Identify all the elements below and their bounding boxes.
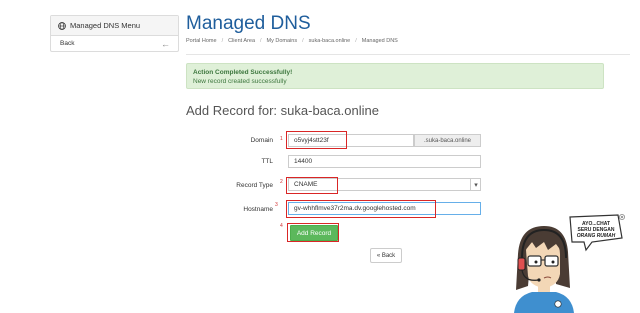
add-record-highlight <box>287 223 339 242</box>
record-type-highlight <box>286 177 338 194</box>
domain-suffix: .suka-baca.online <box>414 134 481 147</box>
sidebar-header: Managed DNS Menu <box>51 16 178 36</box>
breadcrumb: Portal Home / Client Area / My Domains /… <box>186 38 630 55</box>
back-button[interactable]: « Back <box>370 248 402 263</box>
form-heading: Add Record for: suka-baca.online <box>186 103 379 118</box>
sidebar-item-label: Back <box>60 40 75 47</box>
sidebar: Managed DNS Menu Back ← <box>50 15 179 52</box>
breadcrumb-separator: / <box>221 38 224 44</box>
record-type-label: Record Type <box>236 182 273 189</box>
sidebar-header-label: Managed DNS Menu <box>70 21 141 30</box>
sidebar-item-back[interactable]: Back ← <box>51 36 178 51</box>
breadcrumb-domain[interactable]: suka-baca.online <box>309 38 351 44</box>
mascot-illustration: AYO...CHAT SERU DENGAN ORANG RUMAH <box>514 214 625 313</box>
breadcrumb-separator: / <box>260 38 262 44</box>
breadcrumb-client-area[interactable]: Client Area <box>228 38 255 44</box>
breadcrumb-current: Managed DNS <box>361 38 398 44</box>
speech-line-3: ORANG RUMAH <box>577 233 616 239</box>
chevron-down-icon[interactable]: ▾ <box>470 179 481 190</box>
breadcrumb-separator: / <box>302 38 304 44</box>
domain-label: Domain <box>250 137 273 144</box>
hostname-label: Hostname <box>243 206 273 213</box>
breadcrumb-portal-home[interactable]: Portal Home <box>186 38 217 44</box>
hostname-highlight <box>286 200 436 218</box>
success-alert: Action Completed Successfully! New recor… <box>186 63 604 89</box>
domain-highlight <box>286 131 347 149</box>
alert-title: Action Completed Successfully! <box>193 69 293 76</box>
step-marker-3: 3 <box>275 202 278 208</box>
alert-message: New record created successfully <box>193 78 287 85</box>
arrow-left-icon: ← <box>161 38 170 49</box>
step-marker-4: 4 <box>280 223 283 229</box>
close-icon[interactable] <box>619 214 625 220</box>
step-marker-2: 2 <box>280 179 283 185</box>
step-marker-1: 1 <box>280 136 283 142</box>
ttl-input[interactable]: 14400 <box>288 155 481 168</box>
globe-icon <box>58 21 66 30</box>
breadcrumb-my-domains[interactable]: My Domains <box>267 38 298 44</box>
page-title: Managed DNS <box>186 13 311 34</box>
breadcrumb-separator: / <box>355 38 357 44</box>
speech-bubble: AYO...CHAT SERU DENGAN ORANG RUMAH <box>569 214 623 252</box>
ttl-label: TTL <box>261 158 273 165</box>
